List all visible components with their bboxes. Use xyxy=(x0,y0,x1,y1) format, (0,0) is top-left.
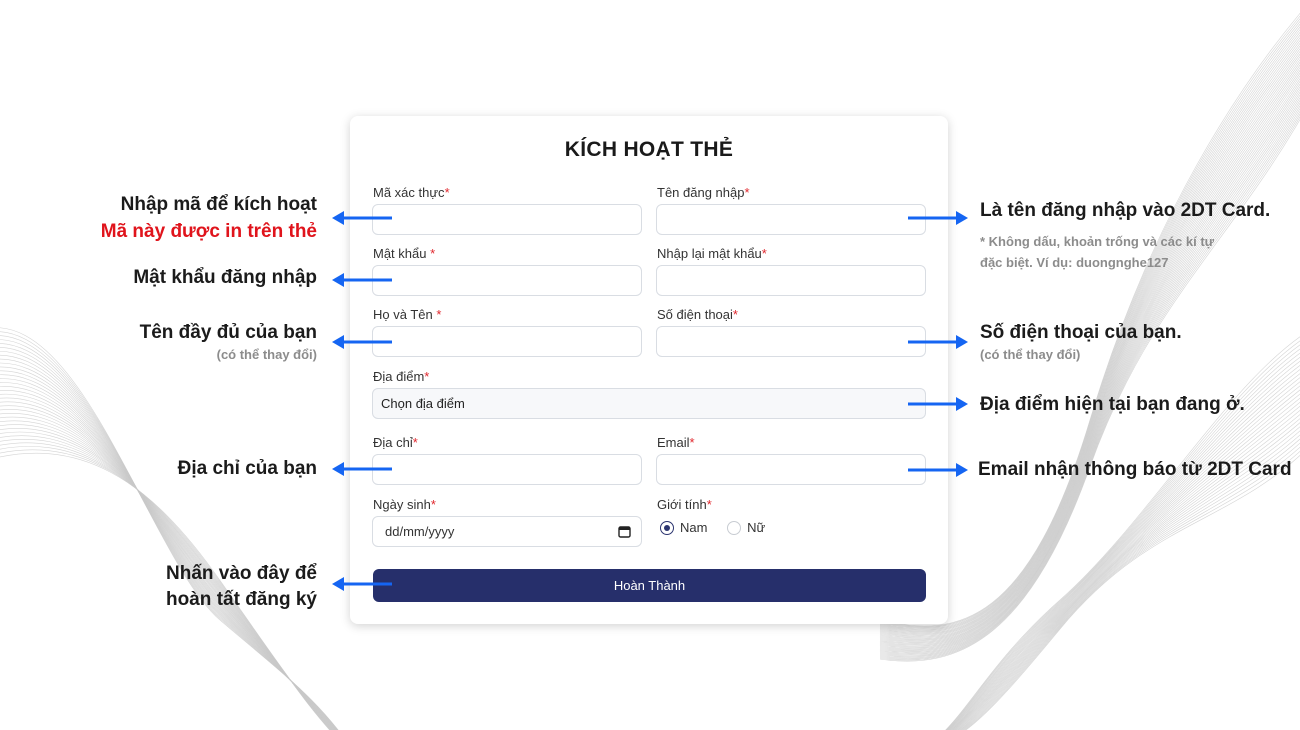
annotation-fullname-note: (có thể thay đổi) xyxy=(216,347,317,362)
submit-button[interactable]: Hoàn Thành xyxy=(373,569,926,602)
phone-input[interactable] xyxy=(656,326,926,357)
arrow-left-fullname-icon xyxy=(332,335,392,349)
annotation-username-note-2: đặc biệt. Ví dụ: duongnghe127 xyxy=(980,255,1169,270)
phone-label: Số điện thoại* xyxy=(657,307,738,322)
activation-form-card: KÍCH HOẠT THẺ Mã xác thực* Tên đăng nhập… xyxy=(350,116,948,624)
annotation-location: Địa điểm hiện tại bạn đang ở. xyxy=(980,394,1245,415)
code-label: Mã xác thực* xyxy=(373,185,450,200)
calendar-icon[interactable] xyxy=(618,525,631,538)
annotation-username-note-1: * Không dấu, khoản trống và các kí tự xyxy=(980,234,1215,249)
annotation-code-note: Mã này được in trên thẻ xyxy=(100,221,317,242)
gender-option-nu[interactable]: Nữ xyxy=(727,520,765,535)
email-label: Email* xyxy=(657,435,695,450)
gender-option-nam[interactable]: Nam xyxy=(660,520,707,535)
gender-radio-group: Nam Nữ xyxy=(660,520,781,538)
annotation-address: Địa chỉ của bạn xyxy=(177,458,317,479)
password-label: Mật khẩu * xyxy=(373,246,436,261)
arrow-left-submit-icon xyxy=(332,577,392,591)
arrow-right-email-icon xyxy=(908,463,968,477)
email-input[interactable] xyxy=(656,454,926,485)
code-input[interactable] xyxy=(372,204,642,235)
arrow-right-phone-icon xyxy=(908,335,968,349)
arrow-left-address-icon xyxy=(332,462,392,476)
address-label: Địa chỉ* xyxy=(373,435,418,450)
fullname-label: Họ và Tên * xyxy=(373,307,442,322)
birthday-label: Ngày sinh* xyxy=(373,497,436,512)
confirm-password-label: Nhập lại mật khẩu* xyxy=(657,246,767,261)
username-label: Tên đăng nhập* xyxy=(657,185,750,200)
password-input[interactable] xyxy=(372,265,642,296)
confirm-password-input[interactable] xyxy=(656,265,926,296)
fullname-input[interactable] xyxy=(372,326,642,357)
annotation-phone-note: (có thể thay đổi) xyxy=(980,347,1081,362)
location-selected-value: Chọn địa điểm xyxy=(381,396,465,411)
annotation-fullname: Tên đầy đủ của bạn xyxy=(139,322,317,343)
annotation-username: Là tên đăng nhập vào 2DT Card. xyxy=(980,200,1271,221)
gender-label: Giới tính* xyxy=(657,497,712,512)
location-label: Địa điểm* xyxy=(373,369,430,384)
gender-radio-nu[interactable] xyxy=(727,520,742,535)
birthday-placeholder: dd/mm/yyyy xyxy=(385,524,455,539)
annotation-submit-line1: Nhấn vào đây để xyxy=(166,563,317,584)
arrow-right-location-icon xyxy=(908,397,968,411)
birthday-date-input[interactable]: dd/mm/yyyy xyxy=(372,516,642,547)
annotation-code: Nhập mã để kích hoạt xyxy=(120,194,317,215)
address-input[interactable] xyxy=(372,454,642,485)
location-select[interactable]: Chọn địa điểm xyxy=(372,388,926,419)
username-input[interactable] xyxy=(656,204,926,235)
arrow-right-username-icon xyxy=(908,211,968,225)
annotation-email: Email nhận thông báo từ 2DT Card xyxy=(978,459,1292,480)
annotation-phone: Số điện thoại của bạn. xyxy=(980,322,1182,343)
form-title: KÍCH HOẠT THẺ xyxy=(564,138,734,161)
annotation-password: Mật khẩu đăng nhập xyxy=(133,267,317,288)
annotation-submit-line2: hoàn tất đăng ký xyxy=(166,589,317,610)
arrow-left-code-icon xyxy=(332,211,392,225)
gender-radio-nam[interactable] xyxy=(660,520,674,535)
arrow-left-password-icon xyxy=(332,273,392,287)
